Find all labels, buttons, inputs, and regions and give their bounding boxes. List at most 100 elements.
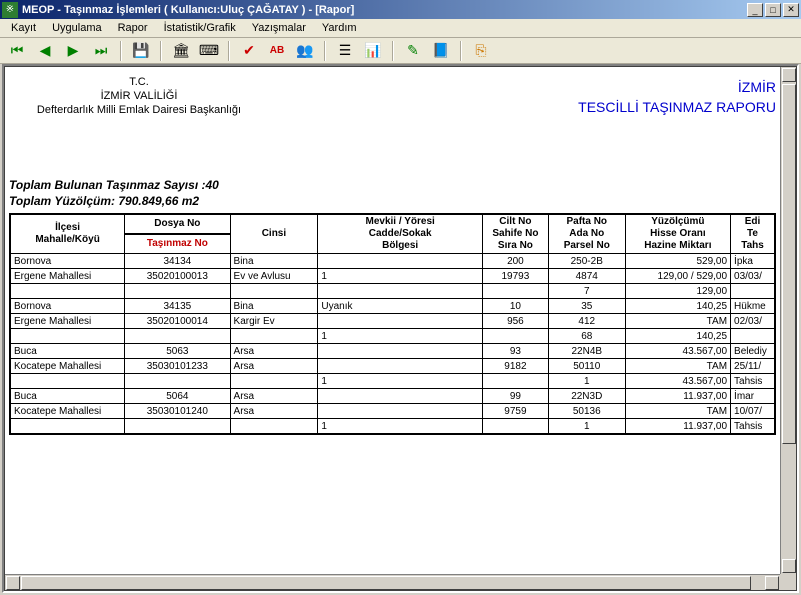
menu-istatistik[interactable]: İstatistik/Grafik [157, 20, 243, 36]
close-button[interactable]: ✕ [783, 3, 799, 17]
chart-icon[interactable]: 📊 [362, 40, 384, 62]
cell: 34135 [125, 299, 230, 314]
cell [482, 419, 548, 434]
book-icon[interactable]: 📘 [430, 40, 452, 62]
cell: Bina [230, 299, 318, 314]
table-row: 1111.937,00Tahsis [11, 419, 775, 434]
cell: Tahsis [731, 419, 775, 434]
cell: Bornova [11, 254, 125, 269]
cell: Kocatepe Mahallesi [11, 359, 125, 374]
cell [318, 314, 483, 329]
cell [482, 329, 548, 344]
cell: 529,00 [625, 254, 730, 269]
scroll-up-button[interactable] [782, 68, 796, 82]
cell [125, 284, 230, 299]
col-mevkii: Mevkii / Yöresi [321, 216, 479, 228]
col-sira: Sıra No [486, 240, 545, 252]
cell: Uyanık [318, 299, 483, 314]
menu-rapor[interactable]: Rapor [111, 20, 155, 36]
cell: 250-2B [548, 254, 625, 269]
col-parsel: Parsel No [552, 240, 622, 252]
table-row: Ergene Mahallesi35020100013Ev ve Avlusu1… [11, 269, 775, 284]
vscroll-thumb[interactable] [782, 84, 796, 444]
cell: 35030101240 [125, 404, 230, 419]
defterdarlik-label: Defterdarlık Milli Emlak Dairesi Başkanl… [9, 103, 269, 117]
nav-prev-icon[interactable]: ◀ [34, 40, 56, 62]
cell: 5063 [125, 344, 230, 359]
font-icon[interactable]: AB [266, 40, 288, 62]
cell: 43.567,00 [625, 344, 730, 359]
people-icon[interactable]: 👥 [294, 40, 316, 62]
header-left: T.C. İZMİR VALİLİĞİ Defterdarlık Milli E… [9, 75, 269, 117]
cell: 4874 [548, 269, 625, 284]
col-tahs: Tahs [734, 240, 771, 252]
scroll-left-button[interactable] [6, 576, 20, 590]
col-cilt: Cilt No [486, 216, 545, 228]
save-icon[interactable]: 💾 [130, 40, 152, 62]
table-row: Kocatepe Mahallesi35030101240Arsa9759501… [11, 404, 775, 419]
nav-next-icon[interactable]: ▶ [62, 40, 84, 62]
vertical-scrollbar[interactable] [780, 67, 796, 574]
col-hazine: Hazine Miktarı [629, 240, 727, 252]
calc-icon[interactable]: ⌨ [198, 40, 220, 62]
brush-icon[interactable]: ✎ [402, 40, 424, 62]
cell: Tahsis [731, 374, 775, 389]
cell: İmar [731, 389, 775, 404]
col-hisse: Hisse Oranı [629, 228, 727, 240]
cell: Kocatepe Mahallesi [11, 404, 125, 419]
nav-last-icon[interactable]: ⏭ [90, 40, 112, 62]
hscroll-thumb[interactable] [21, 576, 751, 590]
cell: 11.937,00 [625, 419, 730, 434]
scroll-right-button[interactable] [765, 576, 779, 590]
cell: Arsa [230, 389, 318, 404]
cell: 1 [318, 329, 483, 344]
cell: 25/11/ [731, 359, 775, 374]
maximize-button[interactable]: □ [765, 3, 781, 17]
table-row: Ergene Mahallesi35020100014Kargir Ev9564… [11, 314, 775, 329]
cell: 19793 [482, 269, 548, 284]
cell: 34134 [125, 254, 230, 269]
cell: Arsa [230, 344, 318, 359]
cell: Bornova [11, 299, 125, 314]
check-icon[interactable]: ✔ [238, 40, 260, 62]
menu-yazismalar[interactable]: Yazışmalar [245, 20, 313, 36]
minimize-button[interactable]: _ [747, 3, 763, 17]
col-cadde: Cadde/Sokak [321, 228, 479, 240]
table-row: 1143.567,00Tahsis [11, 374, 775, 389]
list-icon[interactable]: ☰ [334, 40, 356, 62]
cell: 35020100014 [125, 314, 230, 329]
cell [318, 254, 483, 269]
count-value: 40 [205, 178, 218, 192]
horizontal-scrollbar[interactable] [5, 574, 780, 590]
cell [482, 284, 548, 299]
scroll-down-button[interactable] [782, 559, 796, 573]
cell: Buca [11, 389, 125, 404]
valilik-label: İZMİR VALİLİĞİ [9, 89, 269, 103]
cell: 22N4B [548, 344, 625, 359]
cell: TAM [625, 314, 730, 329]
menu-kayit[interactable]: Kayıt [4, 20, 43, 36]
nav-first-icon[interactable]: ⏮ [6, 40, 28, 62]
cell: 02/03/ [731, 314, 775, 329]
col-ada: Ada No [552, 228, 622, 240]
menu-yardim[interactable]: Yardım [315, 20, 364, 36]
cell: 50110 [548, 359, 625, 374]
cell: Buca [11, 344, 125, 359]
cell: 35 [548, 299, 625, 314]
cell: 03/03/ [731, 269, 775, 284]
separator [324, 41, 326, 61]
summary-block: Toplam Bulunan Taşınmaz Sayısı :40 Topla… [9, 177, 219, 209]
table-row: Buca5064Arsa9922N3D11.937,00İmar [11, 389, 775, 404]
col-tasinmazno: Taşınmaz No [147, 238, 208, 249]
exit-icon[interactable]: ⎘ [470, 40, 492, 62]
cell: Ergene Mahallesi [11, 314, 125, 329]
separator [392, 41, 394, 61]
menu-uygulama[interactable]: Uygulama [45, 20, 109, 36]
rapor-title: TESCİLLİ TAŞINMAZ RAPORU [578, 97, 776, 117]
cell: Kargir Ev [230, 314, 318, 329]
cell: 9759 [482, 404, 548, 419]
col-cinsi: Cinsi [262, 228, 286, 239]
cell: 10/07/ [731, 404, 775, 419]
cell: 35020100013 [125, 269, 230, 284]
bank-icon[interactable]: 🏛 [170, 40, 192, 62]
